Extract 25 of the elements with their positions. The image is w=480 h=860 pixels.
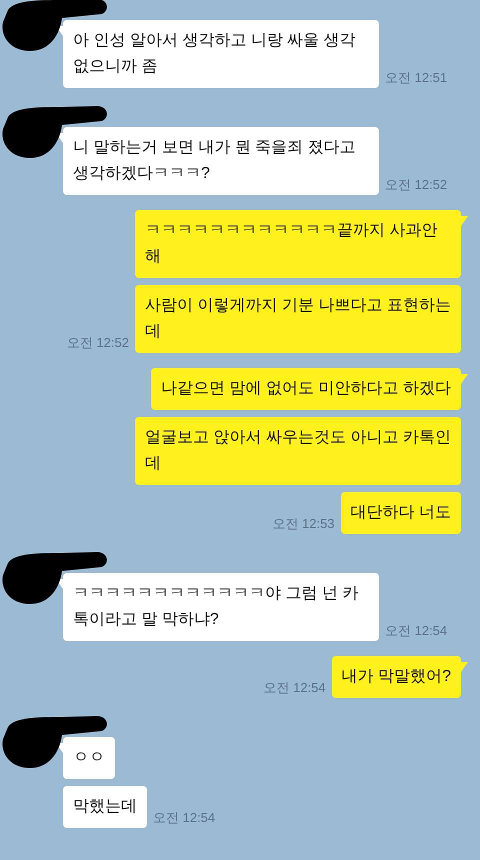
message-bubble: 내가 막말했어?	[332, 656, 461, 698]
message-bubble: ㅋㅋㅋㅋㅋㅋㅋㅋㅋㅋㅋㅋ야 그럼 넌 카톡이라고 말 막하냐?	[63, 573, 379, 641]
message-bubble: 사람이 이렇게까지 기분 나쁘다고 표현하는데	[135, 285, 461, 353]
message-time: 오전 12:51	[385, 68, 448, 86]
message-time: 오전 12:54	[264, 678, 326, 696]
message-time: 오전 12:52	[66, 334, 129, 352]
bubble-tail	[461, 216, 468, 226]
message-bubble: 니 말하는거 보면 내가 뭔 죽을죄 졌다고 생각하겠다ㅋㅋㅋ?	[63, 127, 379, 195]
message-bubble: 나같으면 맘에 없어도 미안하다고 하겠다	[151, 368, 461, 410]
message-bubble: ㅇㅇ	[63, 737, 115, 779]
message-bubble: 얼굴보고 앉아서 싸우는것도 아니고 카톡인데	[135, 417, 461, 485]
message-time: 오전 12:53	[272, 514, 335, 532]
message-bubble: ㅋㅋㅋㅋㅋㅋㅋㅋㅋㅋㅋㅋ끝까지 사과안해	[135, 210, 461, 278]
message-bubble: 아 인성 알아서 생각하고 니랑 싸울 생각 없으니까 좀	[63, 20, 379, 88]
bubble-tail	[56, 579, 63, 589]
message-time: 오전 12:52	[385, 176, 448, 194]
message-bubble: 막했는데	[63, 786, 147, 828]
message-time: 오전 12:54	[153, 808, 216, 826]
bubble-tail	[461, 374, 468, 384]
message-time: 오전 12:54	[385, 622, 448, 640]
bubble-tail	[461, 662, 468, 672]
bubble-tail	[56, 133, 63, 143]
message-bubble: 대단하다 너도	[340, 492, 461, 534]
bubble-tail	[56, 26, 63, 36]
bubble-tail	[56, 743, 63, 753]
